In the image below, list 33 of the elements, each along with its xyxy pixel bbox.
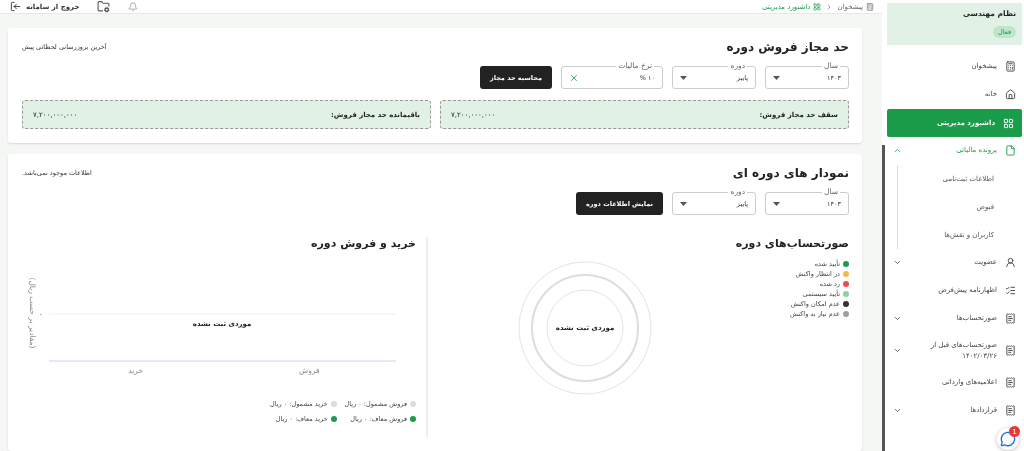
receipt-icon — [1005, 345, 1016, 356]
folder-button[interactable] — [97, 0, 111, 13]
chevron-down-icon — [893, 346, 902, 355]
chevron-down-icon — [893, 406, 902, 415]
section-title: صورتحساب‌های دوره — [734, 237, 849, 250]
logout-icon — [10, 1, 21, 12]
file-icon — [1005, 145, 1016, 156]
receipt-icon — [1005, 377, 1016, 388]
card-title: حد مجاز فروش دوره — [726, 40, 849, 54]
grid-icon — [813, 2, 822, 11]
notifications-button[interactable] — [128, 1, 139, 12]
clear-icon[interactable] — [569, 72, 579, 83]
user-icon — [1005, 257, 1016, 268]
chevron-down-icon — [893, 314, 902, 323]
section-title: خرید و فروش دوره — [310, 237, 416, 250]
receipt-icon — [1005, 405, 1016, 416]
calculator-icon — [1005, 61, 1016, 72]
caret-icon — [680, 75, 687, 80]
caret-icon — [773, 201, 780, 206]
chat-icon — [1000, 431, 1016, 447]
calculator-icon — [866, 2, 874, 11]
receipt-icon — [1005, 313, 1016, 324]
chevron-down-icon — [893, 258, 902, 267]
grid-icon — [1003, 117, 1014, 129]
caret-icon — [680, 201, 687, 206]
y-tick-label: ۰ — [38, 310, 44, 319]
caret-icon — [773, 75, 780, 80]
notification-badge: 1 — [1009, 426, 1020, 437]
checklist-icon — [1005, 285, 1016, 296]
card-title: نمودار های دوره ای — [732, 166, 849, 180]
chat-button[interactable]: 1 — [997, 428, 1019, 450]
chevron-up-icon — [893, 146, 902, 155]
home-icon — [1005, 89, 1016, 100]
